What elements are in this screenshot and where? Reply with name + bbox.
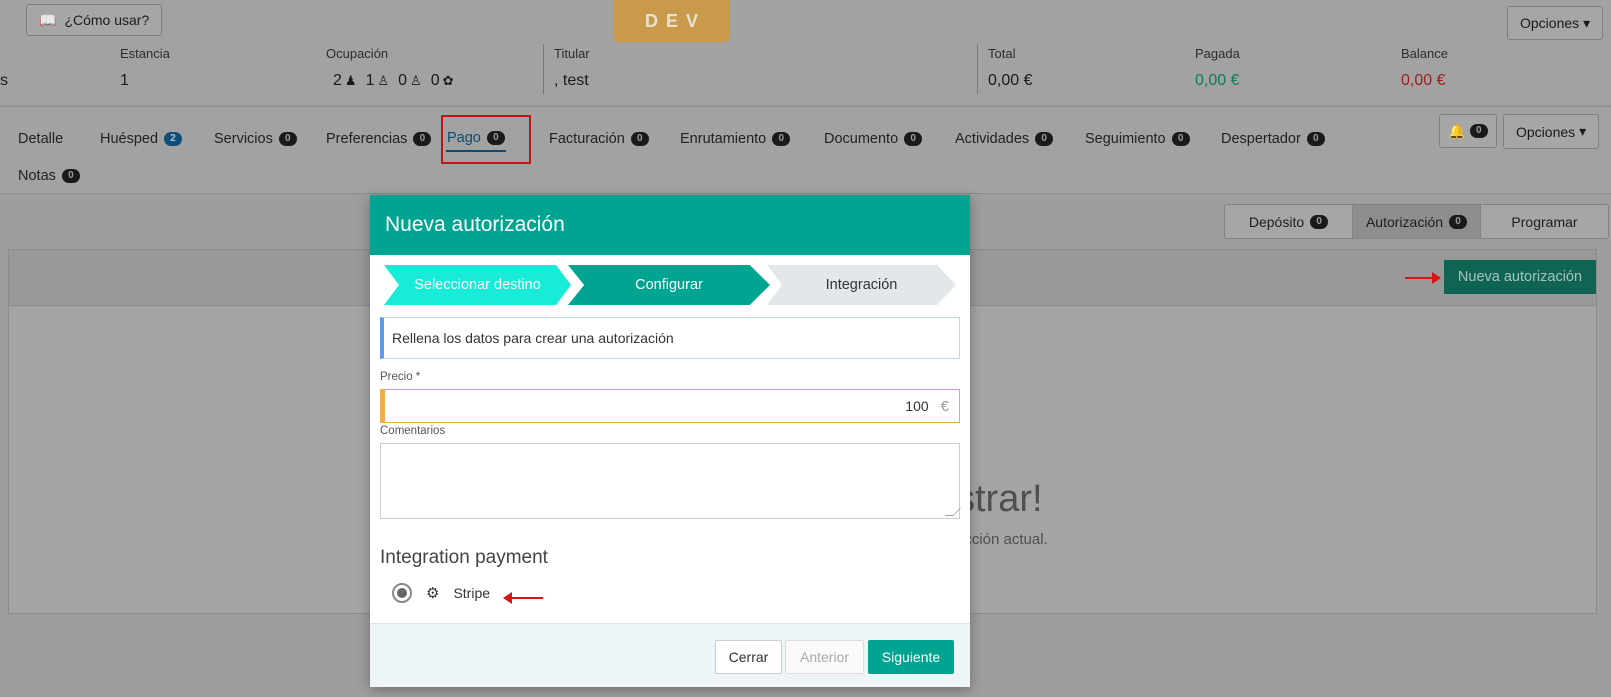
dev-environment-badge: DEV bbox=[613, 0, 730, 42]
integration-option-stripe[interactable]: ⚙ Stripe bbox=[392, 583, 490, 603]
count-badge: 0 bbox=[413, 132, 432, 146]
count-badge: 0 bbox=[1310, 214, 1329, 229]
gears-icon: ⚙ bbox=[426, 585, 440, 602]
tab-facturacion[interactable]: Facturación 0 bbox=[549, 126, 649, 152]
count-badge: 0 bbox=[1449, 214, 1468, 229]
count-badge: 0 bbox=[61, 169, 80, 183]
red-arrow-annotation bbox=[1405, 272, 1441, 284]
tab-preferencias[interactable]: Preferencias 0 bbox=[326, 126, 432, 152]
count-badge: 0 bbox=[1469, 124, 1488, 138]
count-badge: 2 bbox=[164, 132, 183, 146]
help-button[interactable]: 📖 ¿Cómo usar? bbox=[26, 4, 163, 36]
paid-value: 0,00 € bbox=[1195, 72, 1240, 89]
tabs-options-button[interactable]: Opciones ▾ bbox=[1503, 114, 1600, 149]
resize-handle-icon[interactable] bbox=[945, 508, 961, 516]
payment-subtabs: Depósito 0 Autorización 0 Programar bbox=[1224, 204, 1609, 239]
reservation-summary-bar: 📖 ¿Cómo usar? DEV Opciones ▾ s Estancia … bbox=[0, 0, 1611, 104]
info-message: Rellena los datos para crear una autoriz… bbox=[380, 317, 960, 359]
total-value: 0,00 € bbox=[988, 72, 1033, 89]
book-icon: 📖 bbox=[39, 11, 57, 28]
paid-label: Pagada bbox=[1195, 46, 1240, 61]
tab-enrutamiento[interactable]: Enrutamiento 0 bbox=[680, 126, 791, 152]
count-badge: 0 bbox=[904, 132, 923, 146]
modal-footer: Cerrar Anterior Siguiente bbox=[370, 623, 970, 687]
reservation-tabs: Detalle Huésped 2 Servicios 0 Preferencias… bbox=[0, 106, 1611, 194]
count-badge: 0 bbox=[1171, 132, 1190, 146]
radio-selected-icon[interactable] bbox=[392, 583, 412, 603]
balance-value: 0,00 € bbox=[1401, 72, 1446, 89]
adult-icon: ♟ bbox=[344, 73, 357, 88]
child-icon: ♙ bbox=[377, 73, 390, 88]
wizard-steps: Seleccionar destino Configurar Integraci… bbox=[384, 265, 956, 305]
tab-documento[interactable]: Documento 0 bbox=[824, 126, 923, 152]
comments-label: Comentarios bbox=[380, 425, 446, 437]
occupancy-value: 2 ♟ 1 ♙ 0 ♙ 0 ✿ bbox=[333, 72, 454, 89]
next-button[interactable]: Siguiente bbox=[868, 640, 954, 674]
tab-seguimiento[interactable]: Seguimiento 0 bbox=[1085, 126, 1190, 152]
divider bbox=[543, 44, 544, 94]
price-input[interactable]: 100 € bbox=[380, 389, 960, 423]
step-integration[interactable]: Integración bbox=[767, 265, 956, 305]
step-select-destination[interactable]: Seleccionar destino bbox=[384, 265, 571, 305]
count-badge: 0 bbox=[278, 132, 297, 146]
subtab-deposito[interactable]: Depósito 0 bbox=[1225, 205, 1353, 238]
caret-down-icon: ▾ bbox=[1583, 14, 1591, 31]
subtab-programar[interactable]: Programar bbox=[1481, 205, 1608, 238]
divider bbox=[977, 44, 978, 94]
count-badge: 0 bbox=[772, 132, 791, 146]
currency-symbol: € bbox=[940, 397, 949, 415]
junior-icon: ♙ bbox=[410, 73, 422, 88]
top-options-button[interactable]: Opciones ▾ bbox=[1507, 6, 1604, 40]
left-cut-value: s bbox=[0, 72, 8, 89]
notifications-button[interactable]: 🔔 0 bbox=[1439, 114, 1497, 148]
tab-actividades[interactable]: Actividades 0 bbox=[955, 126, 1054, 152]
new-authorization-button[interactable]: Nueva autorización bbox=[1444, 260, 1596, 294]
new-authorization-modal: Nueva autorización Seleccionar destino C… bbox=[370, 195, 970, 687]
holder-label: Titular bbox=[554, 46, 590, 61]
previous-button[interactable]: Anterior bbox=[785, 640, 864, 674]
step-configure[interactable]: Configurar bbox=[568, 265, 770, 305]
baby-icon: ✿ bbox=[442, 73, 454, 88]
price-value: 100 bbox=[905, 398, 929, 414]
total-label: Total bbox=[988, 46, 1016, 61]
tab-huesped[interactable]: Huésped 2 bbox=[100, 126, 183, 152]
tab-servicios[interactable]: Servicios 0 bbox=[214, 126, 297, 152]
comments-textarea[interactable] bbox=[380, 443, 961, 519]
tab-notas[interactable]: Notas 0 bbox=[18, 163, 80, 189]
pago-tab-highlight-box bbox=[441, 115, 531, 164]
count-badge: 0 bbox=[1035, 132, 1054, 146]
red-arrow-annotation bbox=[503, 592, 543, 604]
integration-title: Integration payment bbox=[380, 547, 548, 568]
count-badge: 0 bbox=[630, 132, 649, 146]
modal-title: Nueva autorización bbox=[370, 195, 970, 255]
occupancy-label: Ocupación bbox=[326, 46, 389, 61]
count-badge: 0 bbox=[1306, 132, 1325, 146]
price-label: Precio * bbox=[380, 371, 421, 383]
tab-despertador[interactable]: Despertador 0 bbox=[1221, 126, 1325, 152]
holder-value: , test bbox=[554, 72, 589, 89]
stay-label: Estancia bbox=[120, 46, 170, 61]
tab-detalle[interactable]: Detalle bbox=[18, 126, 63, 152]
subtab-autorizacion[interactable]: Autorización 0 bbox=[1353, 205, 1481, 238]
bell-icon: 🔔 bbox=[1448, 122, 1466, 139]
stay-value: 1 bbox=[120, 72, 129, 89]
balance-label: Balance bbox=[1401, 46, 1448, 61]
close-button[interactable]: Cerrar bbox=[715, 640, 782, 674]
caret-down-icon: ▾ bbox=[1579, 123, 1587, 139]
